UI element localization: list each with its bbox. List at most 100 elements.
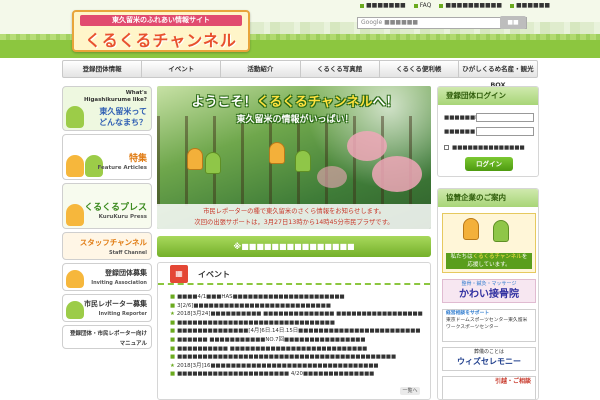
- feature-sub: Feature Articles: [97, 165, 147, 171]
- sports-line1: 経営相談をサポート: [446, 311, 490, 316]
- login-password-label: ■■■■■■: [444, 129, 476, 135]
- recruit-org-title: 登録団体募集: [105, 269, 147, 277]
- nav-item-tourism[interactable]: ひがしくるめ名産・観光BOX: [459, 61, 537, 89]
- sidebar-item-feature[interactable]: 特集 Feature Articles: [62, 134, 152, 180]
- blossom-shape: [347, 131, 387, 161]
- list-item[interactable]: ■ ■■■■■■■■■■■■■■■■■■■■■■■■■■■■■■■■■■■■■■■…: [170, 353, 424, 362]
- nav-item-handbook[interactable]: くるくる便利帳: [380, 61, 459, 77]
- sidebar-item-about-city[interactable]: What's Higashikurume like? 東久留米って どんなまち？: [62, 86, 152, 131]
- press-title: くるくるプレス: [84, 203, 147, 213]
- mascot-icon: [187, 148, 203, 170]
- about-line4: どんなまち？: [99, 118, 147, 127]
- bullet-icon: [510, 3, 515, 8]
- recruit-org-sub: Inviting Association: [91, 280, 147, 286]
- hero-banner[interactable]: ようこそ！くるくるチャンネルへ！ 東久留米の情報がいっぱい！ 市民レポーターの種…: [157, 86, 431, 229]
- top-links: ■■■■■■■ FAQ ■■■■■■■■■■ ■■■■■■: [360, 2, 550, 9]
- manual-sub: マニュアル: [119, 341, 147, 347]
- nav-item-organizations[interactable]: 登録団体情報: [63, 61, 143, 77]
- login-id-field[interactable]: [476, 113, 534, 122]
- list-item[interactable]: ■ ■■■■■■■■■■ ■■■■■■■■■■■■■■■■■■■■■■■■■■■: [170, 345, 424, 354]
- bullet-icon: [439, 3, 444, 8]
- site-logo[interactable]: 東久留米のふれあい情報サイト くるくるチャンネル: [72, 10, 250, 52]
- sidebar-item-recruit-reporter[interactable]: 市民レポーター募集 Inviting Reporter: [62, 294, 152, 322]
- blossom-shape: [317, 166, 347, 188]
- search-button[interactable]: ■■: [500, 16, 526, 29]
- list-item[interactable]: ■ ■■■■■■■■■■■■■■■■■■■■■■ 4/20■■■■■■■■■■■■…: [170, 370, 424, 379]
- staff-sub: Staff Channel: [109, 250, 147, 256]
- recruit-reporter-title: 市民レポーター募集: [84, 300, 147, 308]
- sidebar-item-press[interactable]: くるくるプレス KuruKuru Press: [62, 183, 152, 229]
- announcement-bar[interactable]: ※■■■■■■■■■■■■■■■: [157, 236, 431, 257]
- list-item[interactable]: ★ 2018[3月]16■■■■■■■■■■■■■■■■■■■■■■■■■■■■■…: [170, 362, 424, 371]
- banner-note-line2: 次回の出張サポートは，3月27日13時から14時45分市民プラザです。: [194, 219, 394, 226]
- about-line3: 東久留米って: [99, 107, 147, 116]
- recruit-reporter-sub: Inviting Reporter: [98, 311, 147, 317]
- banner-subtitle: 東久留米の情報がいっぱい！: [236, 115, 354, 125]
- list-item[interactable]: ■ 3[2/6]■■■■■■■■■■■■■■■■■■■■■■■■■■■: [170, 302, 424, 311]
- mascot-icon: [66, 204, 84, 226]
- sponsor-banner-kawai[interactable]: 整骨・鍼灸・マッサージ かわい接骨院: [442, 279, 536, 303]
- list-item[interactable]: ■ ■■■■4/1■■■HAS■■■■■■■■■■■■■■■■■■■■■■: [170, 293, 424, 302]
- kawai-sub: 整骨・鍼灸・マッサージ: [461, 281, 517, 287]
- event-more-button[interactable]: 一覧へ: [400, 387, 420, 395]
- bullet-icon: [360, 3, 364, 8]
- mascot-icon: [66, 301, 84, 319]
- banner-note-line1: 市民レポーターの種で東久留米のさくら情報をお知らせします。: [203, 208, 385, 215]
- mascot-icon: [205, 152, 221, 174]
- mascot-icon: [269, 142, 285, 164]
- bullet-icon: [413, 3, 418, 8]
- login-password-field[interactable]: [476, 127, 534, 136]
- sidebar-item-staff[interactable]: スタッフチャンネル Staff Channel: [62, 232, 152, 260]
- banner-title: ようこそ！くるくるチャンネルへ！: [191, 95, 399, 110]
- event-panel: ▦ イベント ■ ■■■■4/1■■■HAS■■■■■■■■■■■■■■■■■■■…: [157, 262, 431, 400]
- mascot-icon: [66, 155, 84, 177]
- mascot-icon: [66, 106, 84, 128]
- sidebar-item-recruit-org[interactable]: 登録団体募集 Inviting Association: [62, 263, 152, 291]
- sponsor-banner-support[interactable]: 私たちはくるくるチャンネルを 応援しています。: [442, 213, 536, 273]
- banner-note: 市民レポーターの種で東久留米のさくら情報をお知らせします。 次回の出張サポートは…: [157, 204, 431, 229]
- login-button[interactable]: ログイン: [465, 157, 513, 171]
- event-header: ▦ イベント: [158, 263, 430, 285]
- list-item[interactable]: ■ ■■■■■■■■■■■■■■■■■■■■■■■■■■■■■■■: [170, 319, 424, 328]
- left-sidebar: What's Higashikurume like? 東久留米って どんなまち？…: [62, 86, 152, 352]
- feature-title: 特集: [128, 154, 147, 164]
- ceremony-name: ウィズセレモニー: [457, 357, 521, 366]
- nav-item-activities[interactable]: 活動紹介: [221, 61, 301, 77]
- login-panel: 登録団体ログイン ■■■■■■ID ■■■■■■ ■■■■■■■■■■■■■■ …: [437, 86, 539, 177]
- event-title: イベント: [198, 270, 230, 279]
- list-item[interactable]: ★ 2018[3月24]■■■■■■■■■■ ■■■■■■■■■■■■■■ ■■■…: [170, 310, 424, 319]
- kawai-name: かわい接骨院: [459, 289, 519, 300]
- mascot-icon: [295, 150, 311, 172]
- top-link-1[interactable]: ■■■■■■■: [360, 2, 406, 9]
- nav-item-photos[interactable]: くるくる写真館: [301, 61, 380, 77]
- nav-item-events[interactable]: イベント: [142, 61, 222, 77]
- list-item[interactable]: ■ ■■■■■■ ■■■■■■■■■■■NO.7回■■■■■■■■■■■■■■■■: [170, 336, 424, 345]
- sponsor-banner-ceremony[interactable]: 葬儀のことは ウィズセレモニー: [442, 347, 536, 371]
- mascot-icon: [66, 270, 84, 288]
- sponsor-banner-moving[interactable]: 引越・ご相談: [442, 376, 536, 399]
- sponsor-panel: 協賛企業のご案内 私たちはくるくるチャンネルを 応援しています。 整骨・鍼灸・マ…: [437, 188, 539, 400]
- calendar-icon: ▦: [170, 265, 188, 283]
- manual-title: 登録団体・市民レポーター向け: [69, 331, 147, 337]
- sponsor-title: 協賛企業のご案内: [438, 189, 538, 207]
- staff-title: スタッフチャンネル: [79, 238, 147, 247]
- sports-line3: ワークスポーツセンター: [446, 325, 499, 330]
- logo-title: くるくるチャンネル: [85, 31, 237, 50]
- top-link-3[interactable]: ■■■■■■■■■■: [439, 2, 502, 9]
- checkbox-icon[interactable]: [444, 145, 449, 150]
- list-item[interactable]: ■ ■■■■■■■■■■■■■■[4月]6日.14日.15日■■■■■■■■■■■…: [170, 327, 424, 336]
- about-line2: Higashikurume like?: [84, 97, 147, 103]
- ceremony-sub: 葬儀のことは: [473, 349, 504, 355]
- mascot-icon: [493, 220, 509, 242]
- sponsor-banner-sports[interactable]: 経営相談をサポート 東京ドームスポーツセンター東久留米 ワークスポーツセンター: [442, 309, 536, 342]
- top-link-faq[interactable]: FAQ: [413, 2, 431, 9]
- event-list: ■ ■■■■4/1■■■HAS■■■■■■■■■■■■■■■■■■■■■■ ■ 3[…: [170, 293, 424, 379]
- about-line1: What's: [125, 90, 147, 96]
- sidebar-item-manual[interactable]: 登録団体・市民レポーター向け マニュアル: [62, 325, 152, 349]
- login-title: 登録団体ログイン: [438, 87, 538, 105]
- logo-subtitle: 東久留米のふれあい情報サイト: [80, 15, 242, 26]
- mascot-icon: [463, 218, 479, 240]
- remember-checkbox[interactable]: ■■■■■■■■■■■■■■: [444, 145, 525, 151]
- site-header: 東久留米のふれあい情報サイト くるくるチャンネル ■■■■■■■ FAQ ■■■…: [0, 0, 600, 58]
- top-link-4[interactable]: ■■■■■■: [510, 2, 550, 9]
